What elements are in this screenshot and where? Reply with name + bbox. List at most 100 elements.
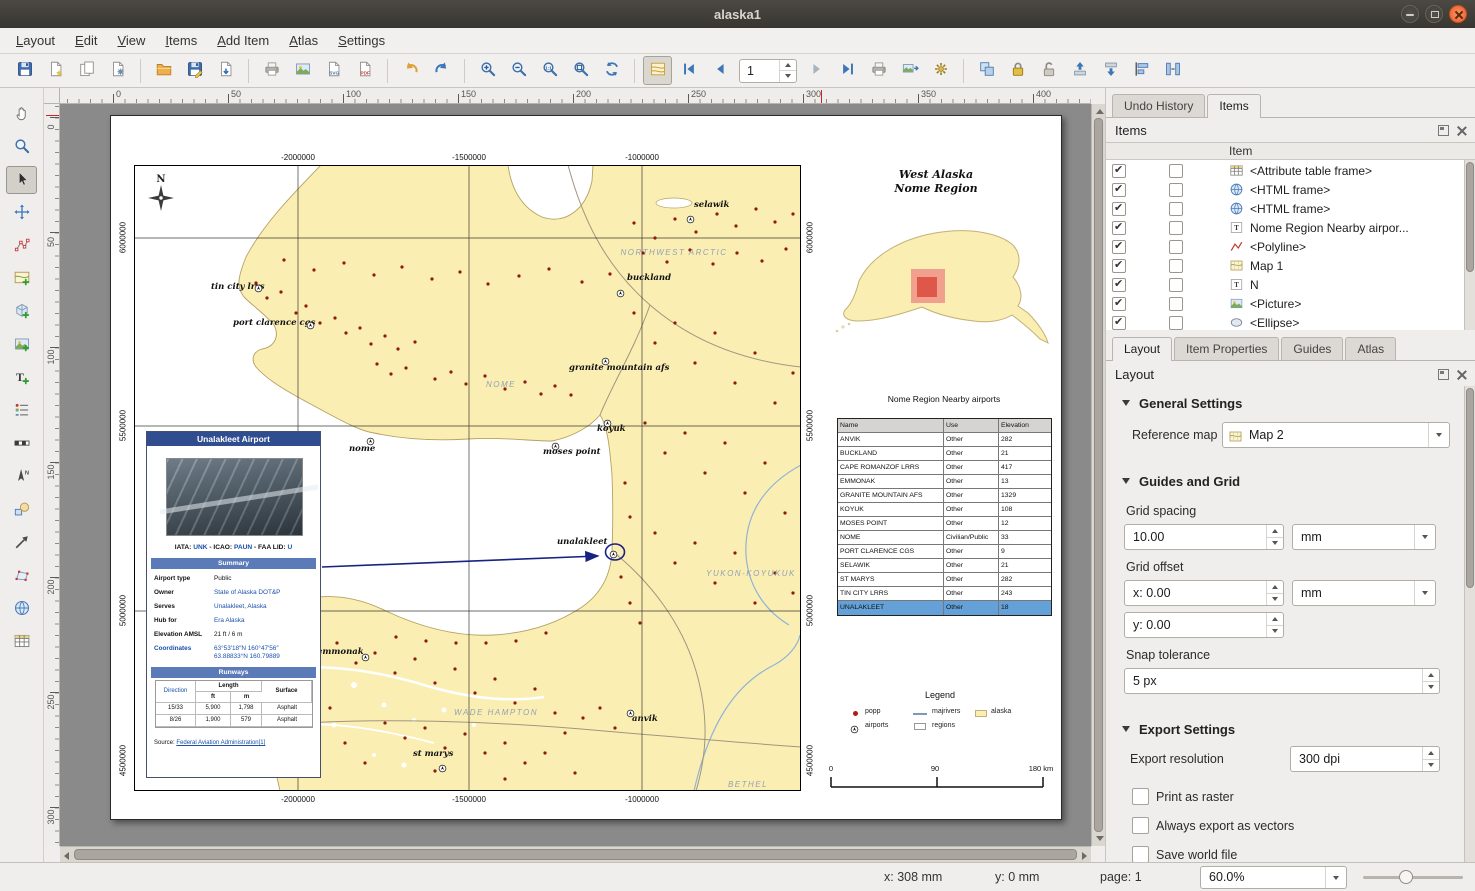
lock-checkbox[interactable] [1169,164,1183,178]
close-panel-icon[interactable] [1456,125,1467,136]
add-shape-button[interactable] [6,496,37,524]
open-button[interactable] [149,56,178,85]
visibility-checkbox[interactable] [1112,278,1126,292]
lower-items-button[interactable] [1096,56,1125,85]
grid-offset-unit-combo[interactable]: mm [1292,580,1436,606]
detach-panel-icon[interactable] [1438,369,1449,380]
item-row[interactable]: <HTML frame> [1106,199,1463,218]
add-node-item-button[interactable] [6,562,37,590]
lock-checkbox[interactable] [1169,221,1183,235]
tab-items[interactable]: Items [1207,94,1260,118]
redo-button[interactable] [427,56,456,85]
source-link[interactable]: Federal Aviation Administration [176,740,258,746]
atlas-feature-input[interactable]: 1 [739,59,797,83]
snap-tolerance-input[interactable]: 5 px [1124,668,1440,694]
airports-table[interactable]: NameUseElevation ANVIKOther282 BUCKLANDO… [837,418,1052,616]
lock-items-button[interactable] [1003,56,1032,85]
lock-checkbox[interactable] [1169,202,1183,216]
export-pdf-button[interactable]: PDF [350,56,379,85]
move-item-content-tool-button[interactable] [6,199,37,227]
close-button[interactable] [1449,5,1467,23]
overview-map[interactable] [829,211,1051,346]
refresh-button[interactable] [597,56,626,85]
print-as-raster-checkbox[interactable] [1132,788,1149,805]
group-items-button[interactable] [972,56,1001,85]
detach-panel-icon[interactable] [1438,125,1449,136]
layout-page[interactable]: -2000000 -1500000 -1000000 -2000000 -150… [110,115,1062,820]
visibility-checkbox[interactable] [1112,221,1126,235]
visibility-checkbox[interactable] [1112,202,1126,216]
visibility-checkbox[interactable] [1112,259,1126,273]
pan-tool-button[interactable] [6,100,37,128]
visibility-checkbox[interactable] [1112,316,1126,330]
tab-item-properties[interactable]: Item Properties [1174,337,1279,360]
add-from-template-button[interactable] [211,56,240,85]
distribute-items-button[interactable] [1158,56,1187,85]
map-legend[interactable]: Legend popp airports majrivers regions a… [829,690,1051,744]
map-title[interactable]: West Alaska Nome Region [836,168,1036,196]
zoom-slider-knob[interactable] [1399,870,1413,884]
items-tree[interactable]: Item <Attribute table frame> <HTML frame… [1106,142,1475,330]
export-svg-button[interactable]: SVG [319,56,348,85]
export-settings-header[interactable]: Export Settings [1122,722,1235,737]
lock-checkbox[interactable] [1169,183,1183,197]
tab-atlas[interactable]: Atlas [1345,337,1396,360]
add-legend-button[interactable] [6,397,37,425]
minimize-button[interactable] [1401,5,1419,23]
atlas-previous-feature-button[interactable] [705,56,734,85]
item-row[interactable]: Map 1 [1106,256,1463,275]
new-layout-button[interactable] [41,56,70,85]
lock-checkbox[interactable] [1169,259,1183,273]
add-map-button[interactable] [6,265,37,293]
print-atlas-button[interactable] [864,56,893,85]
guides-grid-header[interactable]: Guides and Grid [1122,474,1240,489]
scale-bar[interactable]: 0 90 180 km [829,762,1059,792]
add-attribute-table-button[interactable] [6,628,37,656]
vertical-scrollbar[interactable] [1091,104,1105,846]
menu-edit[interactable]: Edit [65,28,107,54]
add-north-arrow-button[interactable]: N [6,463,37,491]
visibility-checkbox[interactable] [1112,183,1126,197]
horizontal-scrollbar[interactable] [60,846,1091,862]
unlock-items-button[interactable] [1034,56,1063,85]
atlas-last-feature-button[interactable] [833,56,862,85]
menu-atlas[interactable]: Atlas [279,28,328,54]
add-picture-button[interactable] [6,331,37,359]
add-arrow-button[interactable] [6,529,37,557]
menu-items[interactable]: Items [155,28,207,54]
panel-scrollbar[interactable] [1464,386,1475,862]
layout-manager-button[interactable] [103,56,132,85]
lock-checkbox[interactable] [1169,278,1183,292]
export-atlas-button[interactable] [895,56,924,85]
airport-infobox[interactable]: Unalakleet Airport IATA: UNKICAO: PAUNFA… [146,431,321,778]
tab-undo-history[interactable]: Undo History [1112,94,1205,117]
reference-map-combo[interactable]: Map 2 [1222,422,1450,448]
item-row[interactable]: <HTML frame> [1106,180,1463,199]
always-export-vectors-checkbox[interactable] [1132,817,1149,834]
layout-canvas[interactable]: -2000000 -1500000 -1000000 -2000000 -150… [60,104,1091,846]
add-html-frame-button[interactable] [6,595,37,623]
item-row[interactable]: <Polyline> [1106,237,1463,256]
item-row[interactable]: TNome Region Nearby airpor... [1106,218,1463,237]
print-button[interactable] [257,56,286,85]
raise-items-button[interactable] [1065,56,1094,85]
visibility-checkbox[interactable] [1112,164,1126,178]
align-items-button[interactable] [1127,56,1156,85]
visibility-checkbox[interactable] [1112,240,1126,254]
menu-settings[interactable]: Settings [328,28,395,54]
lock-checkbox[interactable] [1169,316,1183,330]
duplicate-layout-button[interactable] [72,56,101,85]
save-as-template-button[interactable] [180,56,209,85]
menu-add-item[interactable]: Add Item [207,28,279,54]
maximize-button[interactable] [1425,5,1443,23]
tab-guides[interactable]: Guides [1281,337,1343,360]
undo-button[interactable] [396,56,425,85]
item-row[interactable]: <Picture> [1106,294,1463,313]
add-label-button[interactable]: T [6,364,37,392]
lock-checkbox[interactable] [1169,240,1183,254]
grid-spacing-unit-combo[interactable]: mm [1292,524,1436,550]
north-arrow[interactable]: N [141,174,181,214]
visibility-checkbox[interactable] [1112,297,1126,311]
export-resolution-input[interactable]: 300 dpi [1290,746,1440,772]
add-3d-map-button[interactable] [6,298,37,326]
